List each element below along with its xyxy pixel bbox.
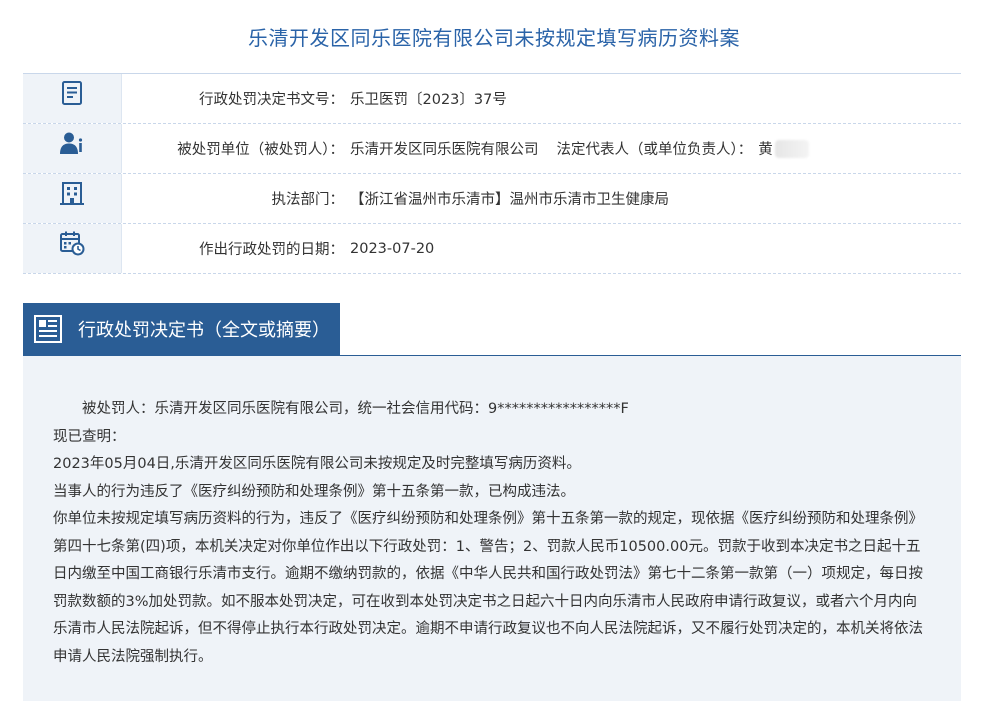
content-paragraph: 现已查明： xyxy=(53,428,126,445)
info-row-enforcement-dept: 执法部门： 【浙江省温州市乐清市】温州市乐清市卫生健康局 xyxy=(23,174,961,224)
document-icon xyxy=(34,315,62,343)
building-icon xyxy=(60,182,84,205)
case-info-table: 行政处罚决定书文号： 乐卫医罚〔2023〕37号 被处罚单位（被处罚人）： 乐清… xyxy=(23,73,961,274)
legal-rep-label: 法定代表人（或单位负责人）： xyxy=(556,142,753,158)
info-row-document-number: 行政处罚决定书文号： 乐卫医罚〔2023〕37号 xyxy=(23,74,961,124)
document-list-icon xyxy=(62,81,82,105)
legal-rep-value: 黄 xyxy=(758,142,773,158)
content-paragraph: 当事人的行为违反了《医疗纠纷预防和处理条例》第十五条第一款，已构成违法。 xyxy=(53,483,575,500)
content-paragraph: 被处罚人：乐清开发区同乐医院有限公司，统一社会信用代码：9***********… xyxy=(82,401,629,417)
document-number-value: 乐卫医罚〔2023〕37号 xyxy=(350,92,507,108)
info-label: 行政处罚决定书文号： xyxy=(199,92,344,108)
penalized-party-value: 乐清开发区同乐医院有限公司 xyxy=(350,142,539,158)
info-label: 作出行政处罚的日期： xyxy=(199,242,344,258)
section-header: 行政处罚决定书（全文或摘要） xyxy=(23,303,961,357)
info-row-penalized-party: 被处罚单位（被处罚人）： 乐清开发区同乐医院有限公司 法定代表人（或单位负责人）… xyxy=(23,124,961,174)
page-title: 乐清开发区同乐医院有限公司未按规定填写病历资料案 xyxy=(248,26,740,50)
info-label: 被处罚单位（被处罚人）： xyxy=(177,142,344,158)
redaction-blur xyxy=(774,139,809,158)
enforcement-dept-value: 【浙江省温州市乐清市】温州市乐清市卫生健康局 xyxy=(350,192,669,208)
section-tab: 行政处罚决定书（全文或摘要） xyxy=(23,303,340,355)
decision-date-value: 2023-07-20 xyxy=(350,240,435,257)
decision-text: 被处罚人：乐清开发区同乐医院有限公司，统一社会信用代码：9***********… xyxy=(23,356,961,671)
info-row-decision-date: 作出行政处罚的日期： 2023-07-20 xyxy=(23,224,961,274)
calendar-clock-icon xyxy=(60,231,85,256)
person-info-icon xyxy=(60,132,83,154)
content-paragraph: 你单位未按规定填写病历资料的行为，违反了《医疗纠纷预防和处理条例》第十五条第一款… xyxy=(53,511,923,665)
content-paragraph: 2023年05月04日,乐清开发区同乐医院有限公司未按规定及时完整填写病历资料。 xyxy=(53,456,581,472)
section-title: 行政处罚决定书（全文或摘要） xyxy=(78,320,330,341)
info-label: 执法部门： xyxy=(271,192,345,208)
decision-content-panel: 被处罚人：乐清开发区同乐医院有限公司，统一社会信用代码：9***********… xyxy=(23,356,961,701)
